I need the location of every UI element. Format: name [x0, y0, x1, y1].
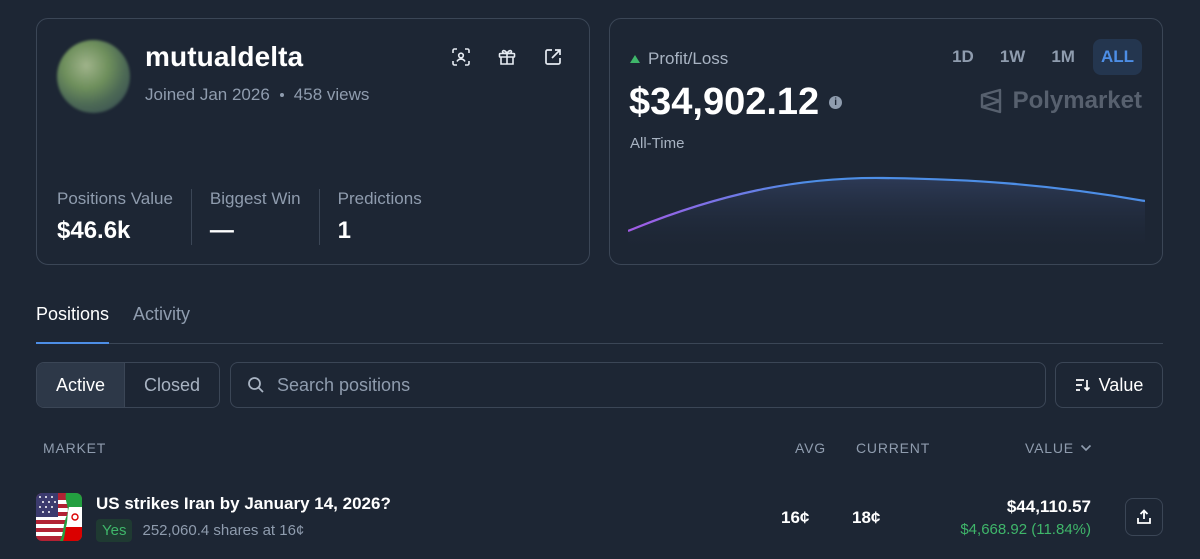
column-header-current[interactable]: CURRENT — [856, 440, 930, 456]
active-filter-button[interactable]: Active — [37, 363, 126, 407]
profile-card: mutualdelta Joined Jan 2026 458 views Po… — [36, 18, 590, 265]
profile-meta: Joined Jan 2026 458 views — [145, 85, 369, 105]
outcome-badge: Yes — [96, 519, 133, 542]
share-icon — [1137, 509, 1151, 524]
avg-price: 16¢ — [781, 508, 810, 527]
search-box — [230, 362, 1046, 408]
pnl-period: All-Time — [630, 135, 685, 152]
stat-label: Predictions — [337, 189, 422, 208]
stat-positions-value: Positions Value $46.6k — [57, 189, 191, 245]
closed-filter-button[interactable]: Closed — [125, 363, 219, 407]
tab-bar: Positions Activity — [36, 294, 1163, 344]
pnl-card: Profit/Loss $34,902.12 i All-Time 1D 1W … — [609, 18, 1163, 265]
stat-biggest-win: Biggest Win — — [190, 189, 319, 245]
column-header-market: MARKET — [43, 440, 107, 456]
avatar — [57, 40, 130, 113]
stat-value: — — [209, 217, 234, 244]
pnl-label-row: Profit/Loss — [630, 49, 728, 69]
joined-date: Joined Jan 2026 — [145, 85, 270, 104]
gift-icon[interactable] — [497, 47, 517, 67]
pnl-value: $34,902.12 — [629, 81, 820, 123]
tab-activity[interactable]: Activity — [133, 294, 190, 344]
trend-up-icon — [630, 55, 640, 63]
range-1d[interactable]: 1D — [944, 39, 982, 75]
pnl-chart — [628, 176, 1145, 249]
range-all[interactable]: ALL — [1092, 39, 1142, 75]
chevron-down-icon — [1080, 444, 1091, 452]
pnl-label: Profit/Loss — [648, 49, 729, 68]
column-header-avg[interactable]: AVG — [795, 440, 826, 456]
info-icon[interactable]: i — [829, 96, 843, 109]
range-1m[interactable]: 1M — [1043, 39, 1083, 75]
sort-icon — [1075, 379, 1090, 392]
separator-dot — [279, 93, 284, 97]
market-image — [36, 493, 82, 541]
range-selector: 1D 1W 1M ALL — [944, 39, 1142, 75]
stat-label: Positions Value — [57, 189, 173, 208]
polymarket-logo: Polymarket — [979, 87, 1142, 115]
table-row[interactable]: US strikes Iran by January 14, 2026? Yes… — [36, 490, 1163, 550]
position-value: $44,110.57 $4,668.92 (11.84%) — [960, 497, 1091, 538]
stat-value: $46.6k — [57, 217, 131, 244]
stat-value: 1 — [337, 217, 351, 244]
status-toggle: Active Closed — [36, 362, 221, 408]
sort-button[interactable]: Value — [1055, 362, 1163, 408]
range-1w[interactable]: 1W — [992, 39, 1034, 75]
profile-stats: Positions Value $46.6k Biggest Win — Pre… — [57, 189, 440, 245]
view-count: 458 views — [293, 85, 370, 104]
username: mutualdelta — [145, 41, 304, 72]
value-amount: $44,110.57 — [1006, 497, 1091, 516]
column-header-value: VALUE — [1025, 440, 1074, 456]
profile-actions — [451, 47, 563, 67]
sort-label: Value — [1098, 374, 1144, 395]
stat-label: Biggest Win — [209, 189, 301, 208]
tab-positions[interactable]: Positions — [36, 294, 110, 344]
shares-info: 252,060.4 shares at 16¢ — [142, 522, 305, 539]
external-link-icon[interactable] — [543, 47, 563, 67]
value-pnl: $4,668.92 (11.84%) — [960, 521, 1091, 538]
search-input[interactable] — [277, 374, 977, 396]
current-price: 18¢ — [852, 508, 881, 527]
market-subtitle: Yes 252,060.4 shares at 16¢ — [96, 519, 304, 542]
pnl-value-row: $34,902.12 i — [629, 81, 843, 124]
stat-predictions: Predictions 1 — [318, 189, 440, 245]
share-button[interactable] — [1125, 498, 1163, 536]
face-scan-icon[interactable] — [451, 47, 471, 67]
search-icon — [248, 377, 264, 393]
brand-name: Polymarket — [1012, 87, 1142, 114]
market-title[interactable]: US strikes Iran by January 14, 2026? — [96, 494, 391, 514]
polymarket-icon — [980, 88, 1001, 114]
column-header-value-wrap[interactable]: VALUE — [1025, 440, 1092, 456]
